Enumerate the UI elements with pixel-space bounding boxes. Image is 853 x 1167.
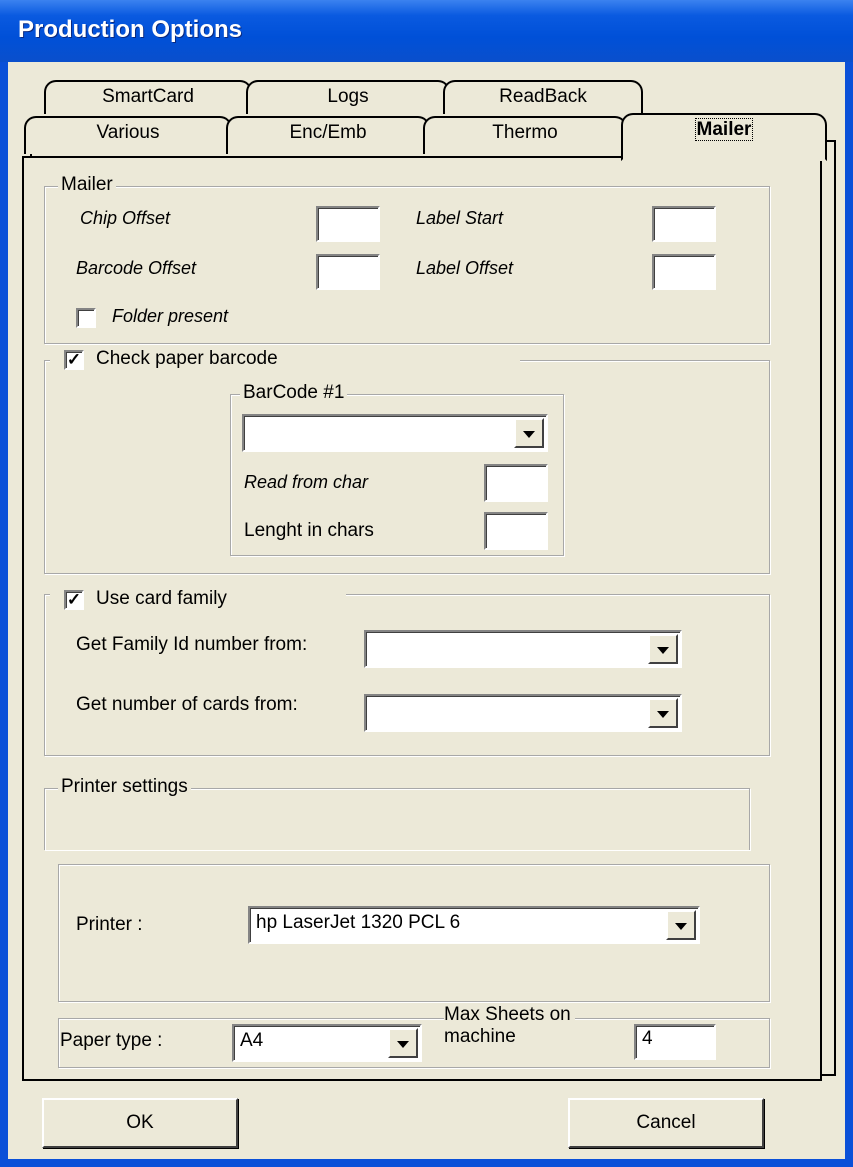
printer-label: Printer : bbox=[76, 914, 143, 935]
title-bar[interactable]: Production Options bbox=[0, 0, 853, 62]
paper-type-select[interactable]: A4 bbox=[232, 1024, 422, 1062]
tab-mailer[interactable]: Mailer bbox=[621, 113, 827, 161]
card-family-checkbox[interactable]: ✓ bbox=[64, 590, 84, 610]
barcode-offset-label: Barcode Offset bbox=[76, 258, 197, 278]
chip-offset-input[interactable] bbox=[316, 206, 380, 242]
chevron-down-icon[interactable] bbox=[514, 418, 544, 448]
length-in-chars-input[interactable] bbox=[484, 512, 548, 550]
ok-button[interactable]: OK bbox=[42, 1098, 238, 1148]
chevron-down-icon[interactable] bbox=[648, 634, 678, 664]
family-id-label: Get Family Id number from: bbox=[76, 634, 308, 655]
tab-thermo[interactable]: Thermo bbox=[423, 116, 627, 154]
label-start-label: Label Start bbox=[416, 208, 504, 228]
check-barcode-checkbox[interactable]: ✓ bbox=[64, 350, 84, 370]
num-cards-label: Get number of cards from: bbox=[76, 694, 298, 715]
chevron-down-icon[interactable] bbox=[388, 1028, 418, 1058]
num-cards-select[interactable] bbox=[364, 694, 682, 732]
cancel-button[interactable]: Cancel bbox=[568, 1098, 764, 1148]
label-start-input[interactable] bbox=[652, 206, 716, 242]
window-frame-right bbox=[845, 62, 853, 1167]
window-frame-left bbox=[0, 62, 8, 1167]
barcode1-legend: BarCode #1 bbox=[240, 382, 348, 404]
read-from-char-input[interactable] bbox=[484, 464, 548, 502]
chip-offset-label: Chip Offset bbox=[80, 208, 171, 228]
length-in-chars-label: Lenght in chars bbox=[244, 520, 374, 541]
printer-select[interactable]: hp LaserJet 1320 PCL 6 bbox=[248, 906, 700, 944]
window-title: Production Options bbox=[18, 16, 242, 43]
mailer-legend: Mailer bbox=[58, 174, 116, 196]
label-offset-label: Label Offset bbox=[416, 258, 514, 278]
chevron-down-icon[interactable] bbox=[648, 698, 678, 728]
read-from-char-label: Read from char bbox=[244, 472, 369, 492]
tab-readback[interactable]: ReadBack bbox=[443, 80, 643, 114]
tab-panel-mailer: Mailer Chip Offset Label Start Barcode O… bbox=[22, 156, 822, 1081]
chevron-down-icon[interactable] bbox=[666, 910, 696, 940]
label-offset-input[interactable] bbox=[652, 254, 716, 290]
tab-various[interactable]: Various bbox=[24, 116, 232, 154]
folder-present-label: Folder present bbox=[112, 306, 229, 326]
folder-present-checkbox[interactable] bbox=[76, 308, 96, 328]
check-barcode-label: Check paper barcode bbox=[96, 348, 278, 369]
window-frame-bottom bbox=[0, 1159, 853, 1167]
tab-smartcard[interactable]: SmartCard bbox=[44, 80, 252, 114]
max-sheets-label: Max Sheets on machine bbox=[444, 1004, 575, 1048]
printer-settings-legend: Printer settings bbox=[58, 776, 191, 798]
barcode1-select[interactable] bbox=[242, 414, 548, 452]
max-sheets-input[interactable]: 4 bbox=[634, 1024, 716, 1060]
family-id-select[interactable] bbox=[364, 630, 682, 668]
tab-enc-emb[interactable]: Enc/Emb bbox=[226, 116, 430, 154]
barcode-offset-input[interactable] bbox=[316, 254, 380, 290]
paper-type-label: Paper type : bbox=[60, 1030, 163, 1051]
tab-logs[interactable]: Logs bbox=[246, 80, 450, 114]
card-family-label: Use card family bbox=[96, 588, 227, 609]
